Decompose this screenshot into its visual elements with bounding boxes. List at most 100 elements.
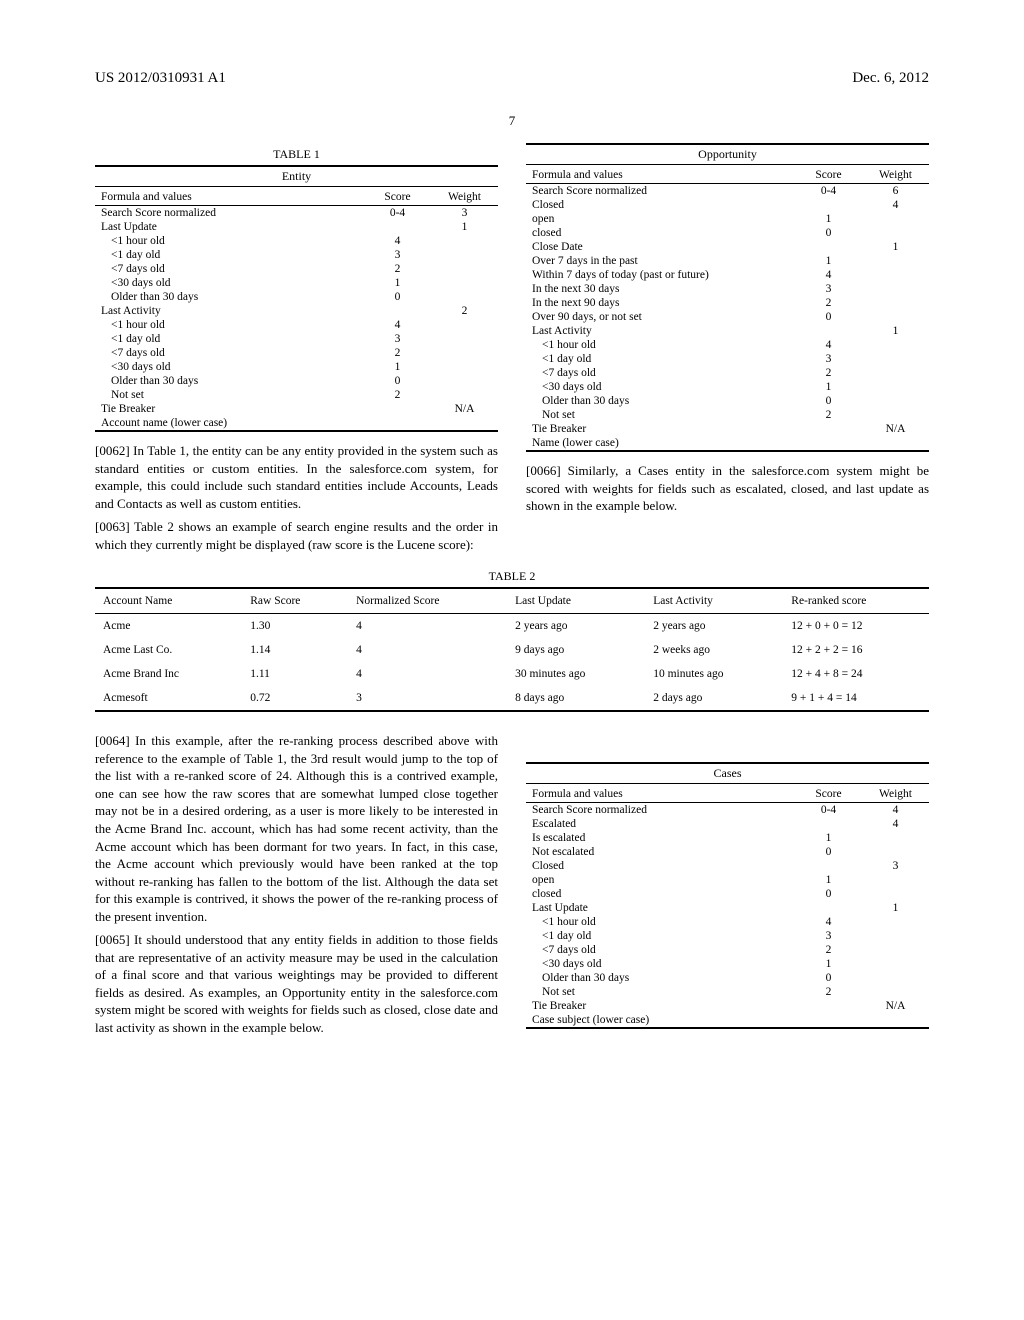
table-row: closed0	[526, 887, 929, 901]
cell: 4	[348, 614, 507, 639]
table-row: <7 days old2	[526, 943, 929, 957]
para-label: [0066]	[526, 463, 561, 478]
table-row: Acme1.3042 years ago2 years ago12 + 0 + …	[95, 614, 929, 639]
publication-date: Dec. 6, 2012	[852, 70, 929, 87]
cell-weight	[431, 416, 498, 431]
cell-label: Last Activity	[95, 304, 364, 318]
cell-label: Search Score normalized	[95, 206, 364, 221]
cell-score: 4	[795, 268, 862, 282]
cell-weight: 1	[862, 240, 929, 254]
para-label: [0062]	[95, 443, 130, 458]
cell: 2 years ago	[507, 614, 645, 639]
cell-weight	[862, 254, 929, 268]
cell-label: In the next 30 days	[526, 282, 795, 296]
cell: 9 + 1 + 4 = 14	[783, 686, 929, 711]
cell-score: 0	[795, 226, 862, 240]
cell-score: 2	[795, 943, 862, 957]
para-label: [0064]	[95, 733, 130, 748]
cell-label: <30 days old	[95, 360, 364, 374]
cell: 4	[348, 638, 507, 662]
cell-score: 4	[364, 234, 431, 248]
cell-weight	[862, 971, 929, 985]
cell-label: Older than 30 days	[526, 394, 795, 408]
cell-label: open	[526, 873, 795, 887]
cell-weight: 3	[431, 206, 498, 221]
page-number: 7	[95, 113, 929, 129]
cell-label: <30 days old	[526, 380, 795, 394]
cell-label: Escalated	[526, 817, 795, 831]
cell-weight: 6	[862, 184, 929, 199]
cell-weight	[862, 408, 929, 422]
cell-score: 0	[795, 394, 862, 408]
table-row: Older than 30 days0	[526, 971, 929, 985]
cell-score: 1	[795, 212, 862, 226]
cell-weight	[862, 380, 929, 394]
cell: 12 + 0 + 0 = 12	[783, 614, 929, 639]
cell-score	[364, 416, 431, 431]
table-row: Last Update1	[95, 220, 498, 234]
table-row: Last Activity 2	[95, 304, 498, 318]
cell-label: <1 day old	[95, 248, 364, 262]
cell-score: 0	[364, 374, 431, 388]
table-row: In the next 90 days2	[526, 296, 929, 310]
cell-score	[795, 901, 862, 915]
cell-label: Tie Breaker	[95, 402, 364, 416]
cell-label: Over 7 days in the past	[526, 254, 795, 268]
th-score: Score	[795, 786, 862, 803]
table-row: Older than 30 days0	[95, 374, 498, 388]
table-row: Acme Last Co.1.1449 days ago2 weeks ago1…	[95, 638, 929, 662]
cell-weight	[862, 310, 929, 324]
cell-score	[795, 817, 862, 831]
table-row: Search Score normalized0-46	[526, 184, 929, 199]
cell: 2 weeks ago	[645, 638, 783, 662]
table-row: <1 hour old4	[95, 318, 498, 332]
cell-label: Older than 30 days	[95, 374, 364, 388]
cell-score	[364, 304, 431, 318]
cell-weight	[431, 374, 498, 388]
cell-weight	[431, 360, 498, 374]
table-row: <30 days old1	[95, 276, 498, 290]
cell-score: 2	[795, 366, 862, 380]
cell-label: Last Activity	[526, 324, 795, 338]
cell: 4	[348, 662, 507, 686]
table-row: Account name (lower case)	[95, 416, 498, 431]
cell-score: 0	[795, 971, 862, 985]
cell: 0.72	[242, 686, 348, 711]
table-row: Search Score normalized0-44	[526, 803, 929, 818]
cell-weight: N/A	[431, 402, 498, 416]
cell: 2 days ago	[645, 686, 783, 711]
cell-score: 0	[795, 310, 862, 324]
table-row: <7 days old2	[95, 346, 498, 360]
page-header: US 2012/0310931 A1 Dec. 6, 2012	[95, 70, 929, 87]
table-row: <1 day old3	[95, 332, 498, 346]
cell-weight: 2	[431, 304, 498, 318]
table-row: Not set2	[95, 388, 498, 402]
cell-label: Older than 30 days	[95, 290, 364, 304]
cell-score: 3	[795, 929, 862, 943]
th-formula: Formula and values	[526, 167, 795, 184]
th-score: Score	[364, 189, 431, 206]
para-label: [0063]	[95, 519, 130, 534]
cell: 12 + 2 + 2 = 16	[783, 638, 929, 662]
cell-score	[795, 859, 862, 873]
table-row: Case subject (lower case)	[526, 1013, 929, 1028]
cell-weight	[431, 248, 498, 262]
cell-weight	[431, 346, 498, 360]
th: Last Activity	[645, 588, 783, 614]
table-row: <7 days old2	[526, 366, 929, 380]
cell-score: 4	[364, 318, 431, 332]
th: Re-ranked score	[783, 588, 929, 614]
table-row: Acme Brand Inc1.11430 minutes ago10 minu…	[95, 662, 929, 686]
cell-weight	[862, 887, 929, 901]
th-score: Score	[795, 167, 862, 184]
cell-weight	[862, 282, 929, 296]
cell-weight: 4	[862, 198, 929, 212]
para-text: Similarly, a Cases entity in the salesfo…	[526, 463, 929, 513]
table-row: Older than 30 days0	[526, 394, 929, 408]
cell-label: <7 days old	[526, 943, 795, 957]
cell-weight	[431, 388, 498, 402]
table-row: Close Date1	[526, 240, 929, 254]
table-row: Escalated4	[526, 817, 929, 831]
table-row: <1 day old3	[526, 929, 929, 943]
paragraph-0064: [0064] In this example, after the re-ran…	[95, 732, 498, 925]
